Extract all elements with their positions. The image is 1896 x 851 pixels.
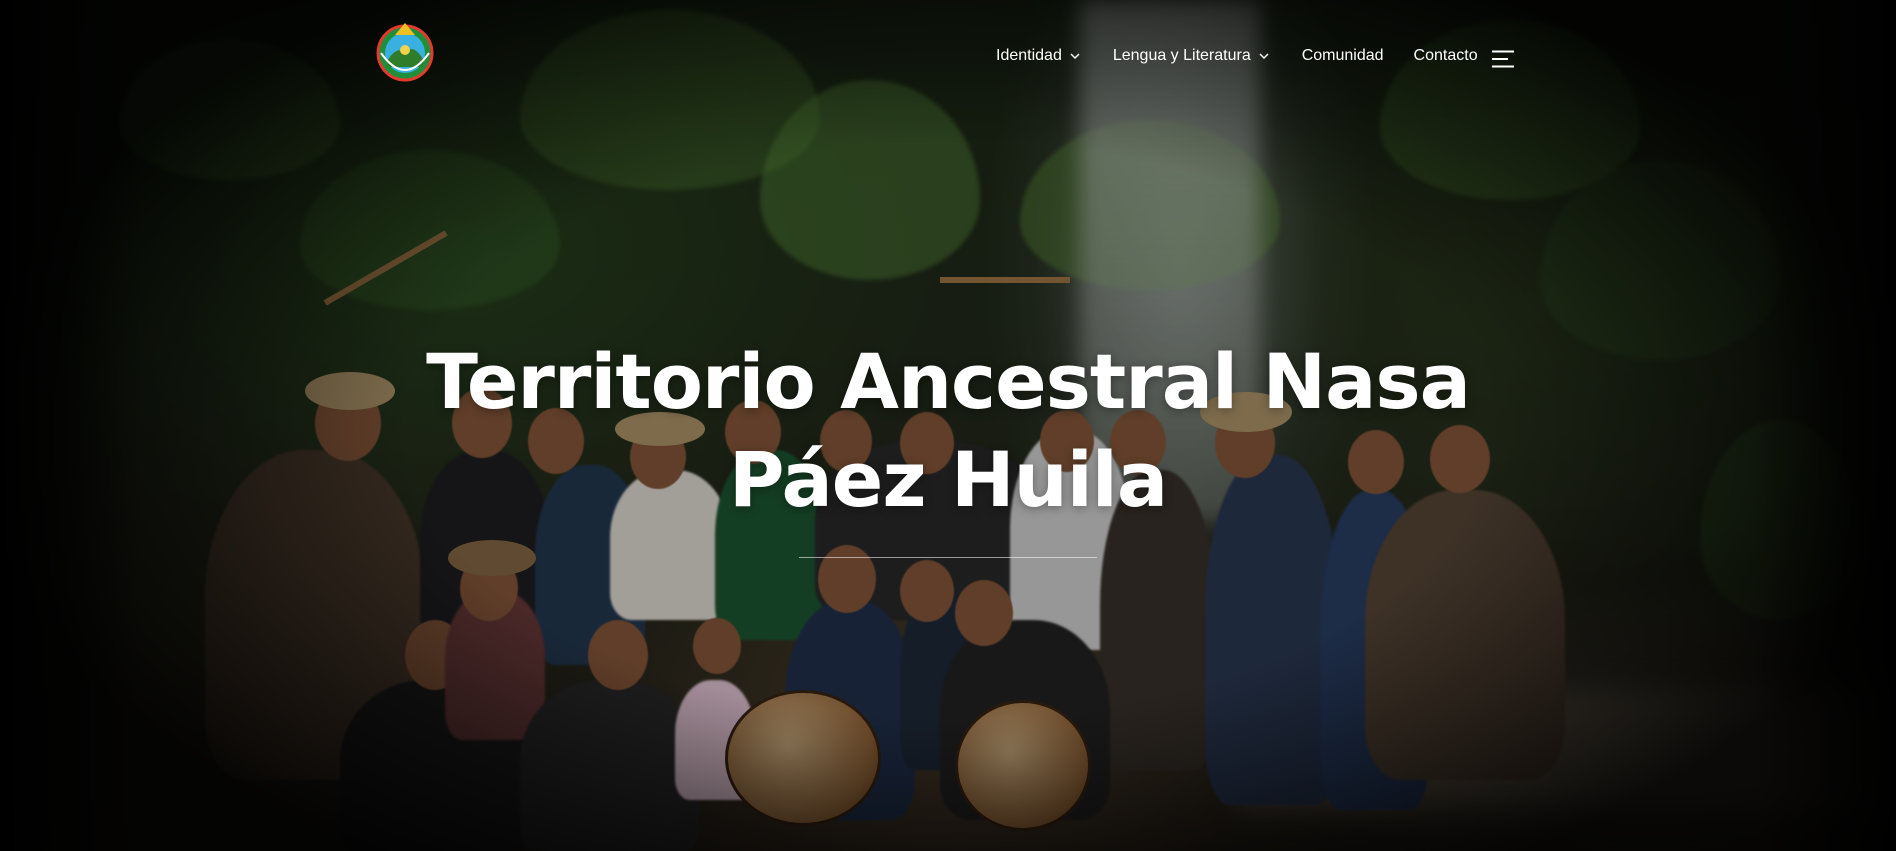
nasa-community-emblem-icon xyxy=(376,23,434,82)
hero-title-line-1: Territorio Ancestral Nasa xyxy=(426,337,1471,426)
menu-toggle-button[interactable] xyxy=(1492,50,1516,68)
nav-item-label: Lengua y Literatura xyxy=(1112,47,1251,64)
hero-title: Territorio Ancestral Nasa Páez Huila xyxy=(0,333,1896,529)
hero-title-line-2: Páez Huila xyxy=(728,435,1168,524)
site-header: Identidad Lengua y Literatura Comunidad … xyxy=(0,0,1896,120)
nav-item-identidad[interactable]: Identidad xyxy=(996,47,1081,65)
hero-divider xyxy=(799,557,1097,558)
site-logo[interactable] xyxy=(375,17,435,83)
nav-item-label: Comunidad xyxy=(1301,47,1384,64)
nav-item-label: Contacto xyxy=(1413,47,1478,64)
chevron-down-icon xyxy=(1259,53,1269,60)
hamburger-menu-icon xyxy=(1492,50,1514,68)
nav-item-lengua-y-literatura[interactable]: Lengua y Literatura xyxy=(1113,47,1270,65)
hero-section: Identidad Lengua y Literatura Comunidad … xyxy=(0,0,1896,851)
chevron-down-icon xyxy=(1070,53,1080,60)
nav-item-contacto[interactable]: Contacto xyxy=(1414,47,1478,65)
nav-item-label: Identidad xyxy=(996,47,1062,64)
nav-item-comunidad[interactable]: Comunidad xyxy=(1302,47,1384,65)
main-navigation: Identidad Lengua y Literatura Comunidad … xyxy=(996,47,1478,65)
